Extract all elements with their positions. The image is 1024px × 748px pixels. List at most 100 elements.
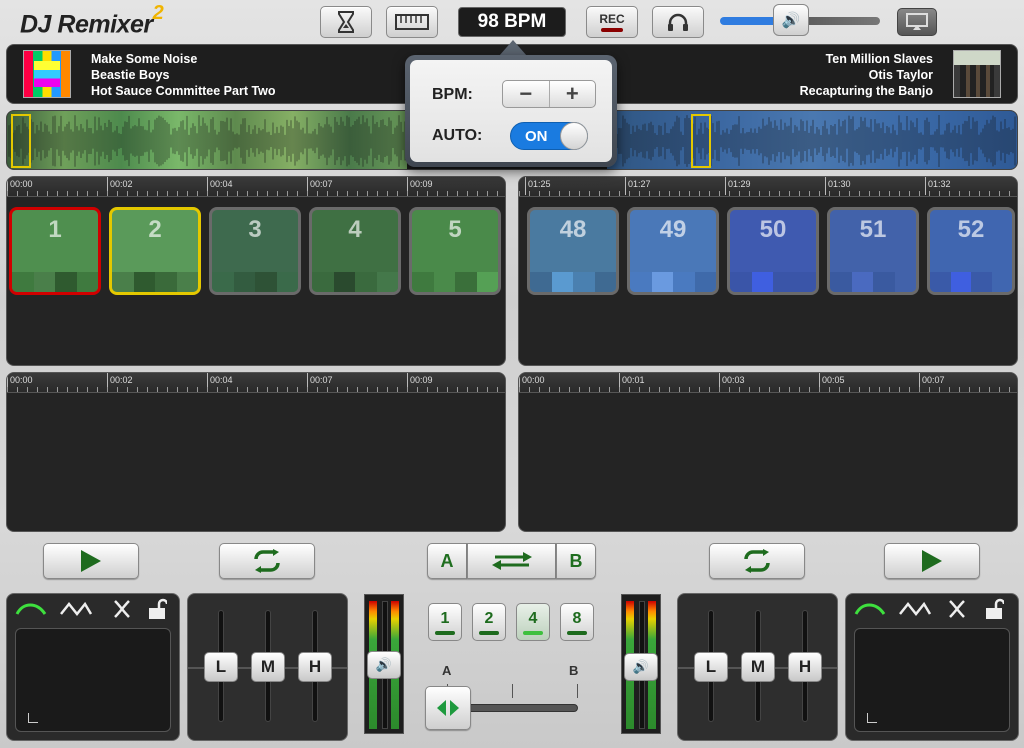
pad-label: 3: [248, 216, 262, 243]
pad-label: 2: [148, 216, 162, 243]
unlock-icon[interactable]: [984, 598, 1004, 620]
pad-5[interactable]: 5: [409, 207, 501, 295]
crossfader-b-label: B: [569, 663, 579, 678]
timeline-tick: 00:00: [519, 373, 545, 391]
deck-a-loop-button[interactable]: [219, 543, 315, 579]
eq-low-knob[interactable]: L: [694, 652, 728, 682]
select-deck-a-button[interactable]: A: [427, 543, 467, 579]
low-pass-filter-icon[interactable]: [854, 600, 886, 618]
deck-b-album: Recapturing the Banjo: [799, 84, 933, 98]
timeline-tick: 00:02: [107, 373, 133, 391]
auto-bpm-toggle[interactable]: ON: [510, 122, 588, 150]
toggle-state: ON: [525, 128, 548, 145]
low-pass-filter-icon[interactable]: [15, 600, 47, 618]
pad-49[interactable]: 49: [627, 207, 719, 295]
left-right-arrows-icon: [437, 700, 459, 716]
bpm-increase-button[interactable]: +: [550, 81, 596, 107]
airplay-icon: [906, 13, 928, 30]
keyboard-button[interactable]: [386, 6, 438, 38]
crosshair: [28, 713, 38, 723]
deck-b-play-button[interactable]: [884, 543, 980, 579]
crossfader-handle[interactable]: [425, 686, 471, 730]
deck-b-xy-pad[interactable]: [854, 628, 1010, 732]
deck-b-sequence-timeline[interactable]: 00:00 00:01 00:03 00:05 00:07: [519, 373, 1017, 393]
timeline-tick: 00:07: [307, 373, 333, 391]
deck-b-album-art: [953, 50, 1001, 98]
pad-52[interactable]: 52: [927, 207, 1015, 295]
pad-51[interactable]: 51: [827, 207, 919, 295]
loop-icon: [744, 549, 770, 573]
deck-a-play-button[interactable]: [43, 543, 139, 579]
pad-2[interactable]: 2: [109, 207, 201, 295]
deck-a-sequence-panel[interactable]: 00:00 00:02 00:04 00:07 00:09: [6, 372, 506, 532]
pad-label: 49: [659, 216, 687, 243]
volume-knob[interactable]: 🔊: [773, 4, 809, 36]
select-deck-b-button[interactable]: B: [556, 543, 596, 579]
play-icon: [922, 550, 942, 572]
bpm-label: BPM:: [432, 86, 473, 103]
loop-size-1-button[interactable]: 1: [428, 603, 462, 641]
deck-a-sequence-timeline[interactable]: 00:00 00:02 00:04 00:07 00:09: [7, 373, 505, 393]
unlock-icon[interactable]: [147, 598, 167, 620]
loop-size-4-button[interactable]: 4: [516, 603, 550, 641]
eq-mid-knob[interactable]: M: [741, 652, 775, 682]
phaser-icon[interactable]: [946, 598, 968, 620]
deck-b-loop-button[interactable]: [709, 543, 805, 579]
eq-low-knob[interactable]: L: [204, 652, 238, 682]
record-button[interactable]: REC: [586, 6, 638, 38]
bpm-display-button[interactable]: 98 BPM: [458, 7, 566, 37]
deck-b-fx-pad: [845, 593, 1019, 741]
pad-label: 51: [859, 216, 887, 243]
deck-b-timeline[interactable]: 01:25 01:27 01:29 01:30 01:32: [519, 177, 1017, 197]
deck-a-timeline[interactable]: 00:00 00:02 00:04 00:07 00:09: [7, 177, 505, 197]
timeline-tick: 00:09: [407, 177, 433, 195]
rec-indicator: [601, 27, 623, 32]
deck-a-xy-pad[interactable]: [15, 628, 171, 732]
deck-swap-group: A B: [427, 543, 596, 579]
deck-a-position-marker[interactable]: [11, 114, 31, 168]
eq-high-knob[interactable]: H: [788, 652, 822, 682]
deck-a-eq: L M H: [187, 593, 348, 741]
pad-48[interactable]: 48: [527, 207, 619, 295]
pad-label: 4: [348, 216, 362, 243]
headphones-button[interactable]: [652, 6, 704, 38]
toggle-knob: [560, 122, 588, 150]
hourglass-icon: [338, 11, 354, 33]
deck-b-volume-fader[interactable]: 🔊: [624, 653, 658, 681]
pad-label: 52: [957, 216, 985, 243]
swap-decks-button[interactable]: [467, 543, 556, 579]
headphones-icon: [668, 13, 688, 31]
deck-a-track-info: Make Some Noise Beastie Boys Hot Sauce C…: [91, 51, 276, 99]
deck-b-track-info: Ten Million Slaves Otis Taylor Recapturi…: [800, 51, 933, 99]
speaker-icon: 🔊: [375, 657, 393, 672]
flanger-icon[interactable]: [898, 600, 932, 618]
speaker-icon: 🔊: [781, 12, 801, 29]
phaser-icon[interactable]: [111, 598, 133, 620]
pad-3[interactable]: 3: [209, 207, 301, 295]
eq-mid-knob[interactable]: M: [251, 652, 285, 682]
pad-label: 50: [759, 216, 787, 243]
loop-size-8-button[interactable]: 8: [560, 603, 594, 641]
airplay-button[interactable]: [897, 8, 937, 36]
pad-4[interactable]: 4: [309, 207, 401, 295]
pad-50[interactable]: 50: [727, 207, 819, 295]
bpm-decrease-button[interactable]: −: [503, 81, 550, 107]
pad-1[interactable]: 1: [9, 207, 101, 295]
deck-a-album-art: [23, 50, 71, 98]
hourglass-button[interactable]: [320, 6, 372, 38]
deck-b-pad-panel: 01:25 01:27 01:29 01:30 01:32 48 49 50 5…: [518, 176, 1018, 366]
deck-b-artist: Otis Taylor: [868, 68, 933, 82]
loop-size-2-button[interactable]: 2: [472, 603, 506, 641]
pad-label: 1: [48, 216, 62, 243]
deck-a-volume-fader[interactable]: 🔊: [367, 651, 401, 679]
timeline-tick: 00:01: [619, 373, 645, 391]
pad-label: 48: [559, 216, 587, 243]
timeline-tick: 00:00: [7, 373, 33, 391]
timeline-tick: 00:00: [7, 177, 33, 195]
deck-b-eq: L M H: [677, 593, 838, 741]
swap-arrows-icon: [491, 552, 532, 570]
flanger-icon[interactable]: [59, 600, 93, 618]
deck-b-sequence-panel[interactable]: 00:00 00:01 00:03 00:05 00:07: [518, 372, 1018, 532]
deck-b-position-marker[interactable]: [691, 114, 711, 168]
eq-high-knob[interactable]: H: [298, 652, 332, 682]
